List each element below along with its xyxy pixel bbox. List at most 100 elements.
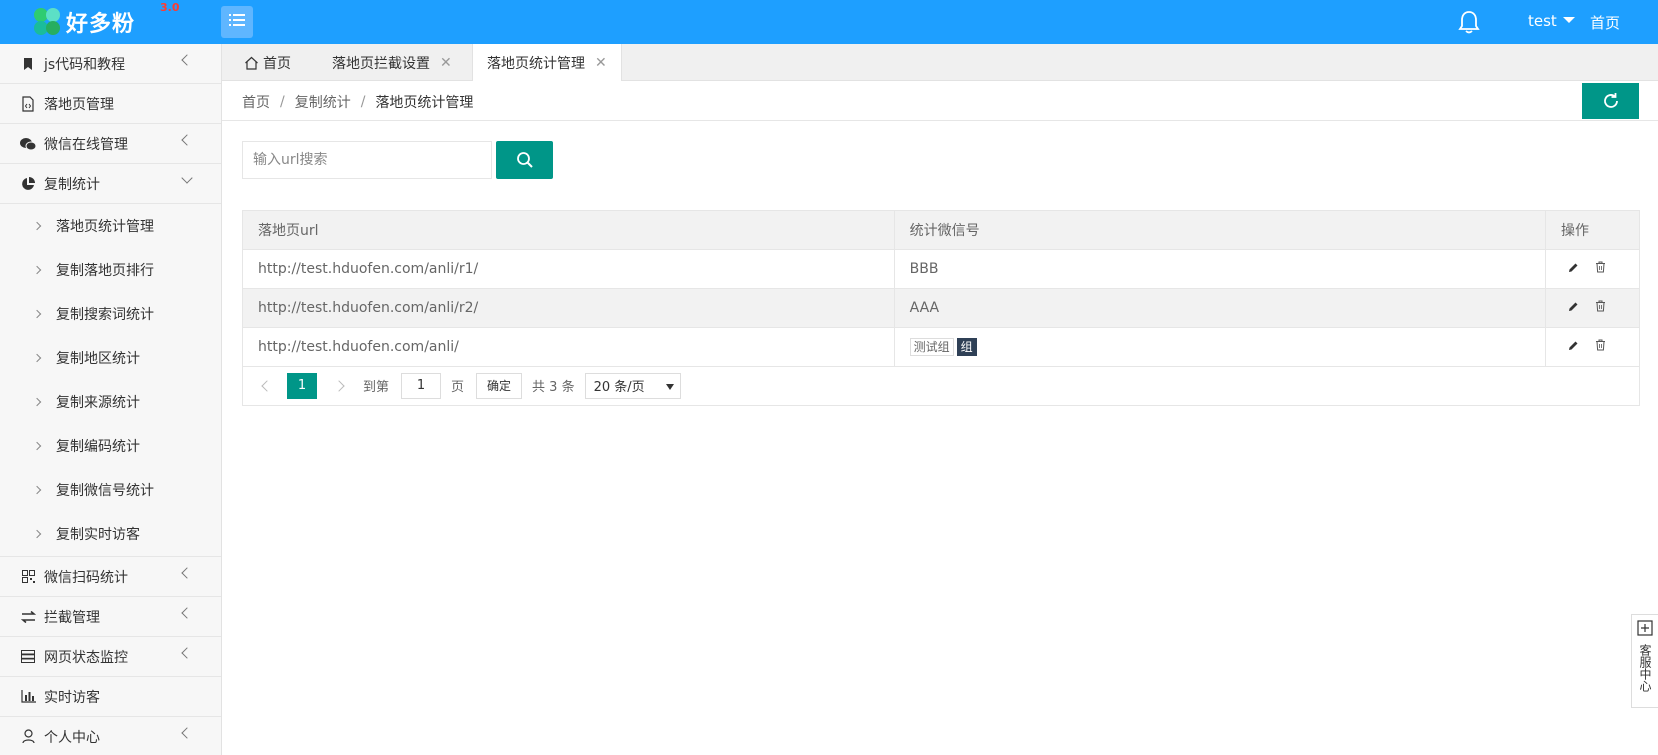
- home-link[interactable]: 首页: [1590, 12, 1620, 33]
- sidebar-item-label: js代码和教程: [44, 56, 126, 73]
- chevron-left-icon: [181, 134, 193, 146]
- chevron-right-icon: [32, 353, 42, 363]
- user-icon: [20, 729, 36, 745]
- column-header-wechat: 统计微信号: [893, 210, 1547, 250]
- logo-clover-icon: [30, 5, 64, 39]
- chevron-right-icon: [32, 309, 42, 319]
- breadcrumb-item[interactable]: 复制统计: [295, 92, 351, 112]
- sidebar: js代码和教程 落地页管理 微信在线管理 复制统计 落地页统计管理 复制落地页排…: [0, 44, 222, 755]
- swap-icon: [20, 609, 36, 625]
- edit-icon[interactable]: [1568, 339, 1579, 355]
- trash-icon[interactable]: [1595, 300, 1606, 316]
- tab-home[interactable]: 首页: [244, 44, 291, 81]
- cell-url: http://test.hduofen.com/anli/r2/: [242, 288, 895, 328]
- sidebar-subitem-realtime[interactable]: 复制实时访客: [0, 512, 221, 556]
- logo-version: 3.0: [160, 1, 180, 14]
- chevron-right-icon[interactable]: [333, 379, 345, 392]
- edit-icon[interactable]: [1568, 300, 1579, 316]
- sidebar-item-wechat-online[interactable]: 微信在线管理: [0, 124, 221, 164]
- refresh-button[interactable]: [1582, 83, 1639, 119]
- sidebar-subitem-search-terms[interactable]: 复制搜索词统计: [0, 292, 221, 336]
- menu-toggle-button[interactable]: [221, 6, 253, 38]
- breadcrumb-item[interactable]: 首页: [242, 92, 270, 112]
- page-size-select[interactable]: 20 条/页: [584, 372, 681, 399]
- chevron-right-icon: [32, 221, 42, 231]
- chevron-left-icon: [181, 567, 193, 579]
- sidebar-item-page-monitor[interactable]: 网页状态监控: [0, 637, 221, 677]
- sidebar-item-js-code[interactable]: js代码和教程: [0, 44, 221, 84]
- chevron-right-icon: [32, 529, 42, 539]
- sidebar-subitem-label: 复制搜索词统计: [56, 307, 154, 323]
- wechat-icon: [20, 136, 36, 152]
- sidebar-subitem-landing-stats[interactable]: 落地页统计管理: [0, 204, 221, 248]
- sidebar-subitem-label: 复制落地页排行: [56, 263, 154, 279]
- sidebar-item-label: 个人中心: [44, 729, 100, 746]
- sidebar-item-realtime-visitors[interactable]: 实时访客: [0, 677, 221, 717]
- bar-chart-icon: [20, 689, 36, 705]
- sidebar-subitem-landing-rank[interactable]: 复制落地页排行: [0, 248, 221, 292]
- breadcrumb-bar: 首页 / 复制统计 / 落地页统计管理: [222, 81, 1658, 121]
- chevron-right-icon: [32, 485, 42, 495]
- close-icon[interactable]: ✕: [595, 55, 607, 71]
- chevron-right-icon: [32, 265, 42, 275]
- cell-actions: [1545, 288, 1640, 328]
- total-count: 共 3 条: [532, 380, 575, 395]
- page-current[interactable]: 1: [287, 372, 317, 399]
- sidebar-item-copy-stats[interactable]: 复制统计: [0, 164, 221, 204]
- search-icon: [516, 151, 534, 169]
- close-icon[interactable]: ✕: [440, 55, 452, 71]
- chevron-right-icon: [32, 441, 42, 451]
- tab-label: 首页: [263, 55, 291, 72]
- goto-page-input[interactable]: [401, 372, 442, 399]
- cell-wechat: 测试组组: [893, 327, 1547, 367]
- sidebar-subitem-region[interactable]: 复制地区统计: [0, 336, 221, 380]
- sidebar-item-qr-stats[interactable]: 微信扫码统计: [0, 557, 221, 597]
- sidebar-subitem-label: 复制实时访客: [56, 527, 140, 543]
- sidebar-item-landing-pages[interactable]: 落地页管理: [0, 84, 221, 124]
- customer-service-widget[interactable]: 客服中心: [1631, 614, 1658, 708]
- sidebar-item-personal-center[interactable]: 个人中心: [0, 717, 221, 755]
- goto-confirm-button[interactable]: 确定: [476, 372, 523, 399]
- column-header-actions: 操作: [1545, 210, 1640, 250]
- sidebar-submenu: 落地页统计管理 复制落地页排行 复制搜索词统计 复制地区统计 复制来源统计 复制…: [0, 204, 221, 557]
- sidebar-subitem-wechat-id[interactable]: 复制微信号统计: [0, 468, 221, 512]
- search-button[interactable]: [496, 141, 553, 179]
- breadcrumb: 首页 / 复制统计 / 落地页统计管理: [242, 92, 473, 112]
- trash-icon[interactable]: [1595, 339, 1606, 355]
- qrcode-icon: [20, 569, 36, 585]
- list-menu-icon: [229, 13, 245, 31]
- sidebar-subitem-encoding[interactable]: 复制编码统计: [0, 424, 221, 468]
- breadcrumb-current: 落地页统计管理: [375, 95, 474, 111]
- caret-down-icon: [665, 383, 674, 390]
- sidebar-item-label: 网页状态监控: [44, 649, 128, 666]
- sidebar-subitem-source[interactable]: 复制来源统计: [0, 380, 221, 424]
- table-row: http://test.hduofen.com/anli/r1/ BBB: [242, 249, 1640, 289]
- code-file-icon: [20, 95, 36, 112]
- group-tag: 测试组: [909, 338, 954, 356]
- chevron-left-icon: [181, 647, 193, 659]
- trash-icon[interactable]: [1595, 261, 1606, 277]
- tab-landing-stats[interactable]: 落地页统计管理 ✕: [472, 44, 622, 82]
- tab-landing-intercept[interactable]: 落地页拦截设置 ✕: [332, 44, 452, 81]
- search-input[interactable]: [242, 141, 492, 179]
- data-table: 落地页url 统计微信号 操作 http://test.hduofen.com/…: [242, 210, 1640, 367]
- bell-icon[interactable]: [1458, 10, 1480, 34]
- sidebar-item-intercept[interactable]: 拦截管理: [0, 597, 221, 637]
- refresh-icon: [1602, 92, 1620, 110]
- logo[interactable]: 好多粉 3.0: [30, 1, 180, 40]
- user-menu[interactable]: test: [1528, 12, 1575, 30]
- sidebar-item-label: 微信扫码统计: [44, 569, 128, 586]
- cell-url: http://test.hduofen.com/anli/: [242, 327, 895, 367]
- sidebar-item-label: 拦截管理: [44, 609, 100, 626]
- chevron-left-icon: [181, 54, 193, 66]
- breadcrumb-separator: /: [360, 94, 366, 110]
- sidebar-subitem-label: 复制编码统计: [56, 439, 140, 455]
- table-row: http://test.hduofen.com/anli/ 测试组组: [242, 327, 1640, 367]
- group-badge: 组: [956, 338, 977, 356]
- page-label: 页: [451, 380, 465, 395]
- chevron-left-icon[interactable]: [261, 379, 273, 392]
- goto-label: 到第: [363, 380, 390, 395]
- cell-actions: [1545, 249, 1640, 289]
- chevron-down-icon: [181, 172, 193, 184]
- edit-icon[interactable]: [1568, 261, 1579, 277]
